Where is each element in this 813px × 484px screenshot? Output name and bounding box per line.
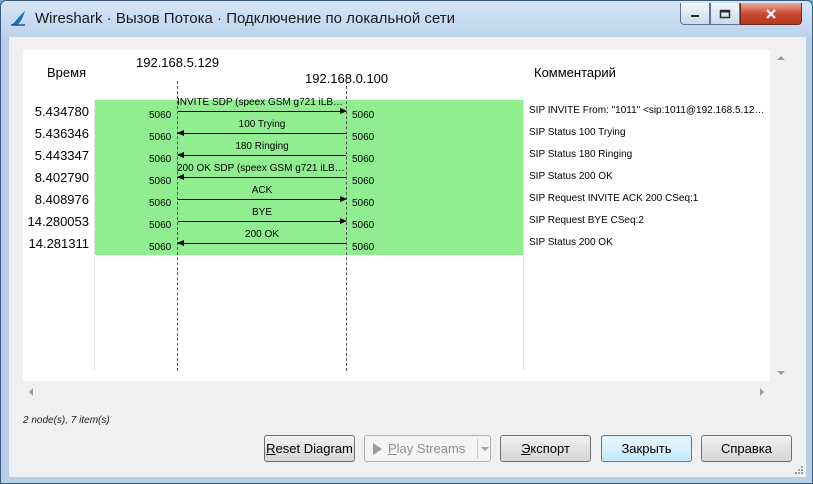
row-time: 14.281311 bbox=[28, 236, 90, 251]
arrow-left-icon bbox=[177, 130, 184, 136]
destination-port: 5060 bbox=[352, 198, 375, 209]
destination-port: 5060 bbox=[352, 176, 375, 187]
resize-grip-icon[interactable] bbox=[793, 464, 803, 474]
row-time: 14.280053 bbox=[27, 214, 89, 229]
message-arrow bbox=[177, 174, 346, 180]
source-port: 5060 bbox=[149, 154, 172, 165]
row-comment: SIP Status 180 Ringing bbox=[529, 149, 633, 160]
flow-diagram[interactable]: Время 192.168.5.129 192.168.0.100 Коммен… bbox=[23, 50, 770, 381]
close-icon bbox=[766, 8, 776, 19]
row-comment: SIP Status 100 Trying bbox=[529, 127, 626, 138]
horizontal-scrollbar[interactable] bbox=[23, 384, 770, 401]
source-port: 5060 bbox=[149, 242, 172, 253]
row-comment: SIP Status 200 OK bbox=[529, 171, 613, 182]
message-arrow bbox=[177, 130, 346, 136]
row-comment: SIP INVITE From: "1011" <sip:1011@192.16… bbox=[529, 105, 767, 116]
status-label: 2 node(s), 7 item(s) bbox=[23, 415, 110, 426]
split-separator bbox=[477, 439, 478, 458]
row-time: 8.402790 bbox=[34, 170, 89, 185]
destination-port: 5060 bbox=[352, 110, 375, 121]
time-column-header: Время bbox=[47, 65, 87, 80]
reset-label: eset Diagram bbox=[275, 441, 353, 456]
message-label: 180 Ringing bbox=[235, 141, 289, 152]
message-label: INVITE SDP (speex GSM g721 iLBC ... bbox=[177, 97, 347, 108]
source-port: 5060 bbox=[149, 110, 172, 121]
arrow-left-icon bbox=[177, 152, 184, 158]
row-time: 8.408976 bbox=[34, 192, 89, 207]
close-button[interactable]: Закрыть bbox=[601, 435, 692, 462]
scroll-left-arrow-icon[interactable] bbox=[29, 388, 33, 396]
arrow-left-icon bbox=[177, 240, 184, 246]
export-mnemonic: Э bbox=[521, 441, 531, 456]
play-mnemonic: P bbox=[388, 441, 397, 456]
destination-port: 5060 bbox=[352, 154, 375, 165]
flow-row[interactable]: 8.408976 5060 5060 ACK SIP Request INVITE AC… bbox=[23, 185, 770, 210]
arrow-right-icon bbox=[340, 218, 347, 224]
node-a-address: 192.168.5.129 bbox=[136, 55, 220, 70]
comment-column-header: Комментарий bbox=[534, 65, 616, 80]
message-label: 200 OK SDP (speex GSM g721 iLBC ... bbox=[177, 163, 347, 174]
play-label: lay Streams bbox=[396, 441, 466, 456]
message-label: 100 Trying bbox=[238, 119, 286, 130]
flow-row[interactable]: 5.434780 5060 5060 INVITE SDP (speex GSM g7… bbox=[23, 97, 770, 122]
chevron-down-icon[interactable] bbox=[481, 447, 489, 451]
row-comment: SIP Status 200 OK bbox=[529, 237, 613, 248]
vertical-scrollbar[interactable] bbox=[773, 50, 790, 381]
row-comment: SIP Request BYE CSeq:2 bbox=[529, 215, 644, 226]
flow-row[interactable]: 8.402790 5060 5060 200 OK SDP (speex GSM g7… bbox=[23, 163, 770, 188]
message-label: 200 OK bbox=[245, 229, 279, 240]
scroll-up-arrow-icon[interactable] bbox=[777, 56, 785, 60]
source-port: 5060 bbox=[149, 198, 172, 209]
message-arrow bbox=[177, 240, 346, 246]
message-arrow bbox=[178, 196, 347, 202]
reset-mnemonic: R bbox=[266, 441, 276, 456]
scroll-right-arrow-icon[interactable] bbox=[760, 388, 764, 396]
wireshark-fin-icon bbox=[11, 11, 25, 26]
message-arrow bbox=[177, 152, 346, 158]
play-streams-button[interactable]: Play Streams bbox=[364, 435, 491, 462]
minimize-button[interactable] bbox=[680, 3, 710, 25]
row-comment: SIP Request INVITE ACK 200 CSeq:1 bbox=[529, 193, 699, 204]
title-bar[interactable]: Wireshark · Вызов Потока · Подключение п… bbox=[1, 1, 812, 37]
source-port: 5060 bbox=[149, 220, 172, 231]
message-arrow bbox=[178, 108, 347, 114]
flow-row[interactable]: 5.436346 5060 5060 100 Trying SIP Status 100… bbox=[23, 119, 770, 144]
minimize-icon bbox=[691, 14, 699, 17]
destination-port: 5060 bbox=[352, 220, 375, 231]
flow-row[interactable]: 14.280053 5060 5060 BYE SIP Request BYE CSeq… bbox=[23, 207, 770, 232]
row-time: 5.436346 bbox=[34, 126, 89, 141]
reset-diagram-button[interactable]: Reset Diagram bbox=[264, 435, 355, 462]
flow-row[interactable]: 5.443347 5060 5060 180 Ringing SIP Status 18… bbox=[23, 141, 770, 166]
row-time: 5.443347 bbox=[34, 148, 89, 163]
source-port: 5060 bbox=[149, 176, 172, 187]
export-label: кспорт bbox=[530, 441, 570, 456]
arrow-right-icon bbox=[340, 108, 347, 114]
destination-port: 5060 bbox=[352, 242, 375, 253]
help-button[interactable]: Справка bbox=[701, 435, 792, 462]
arrow-left-icon bbox=[177, 174, 184, 180]
close-window-button[interactable] bbox=[740, 3, 802, 25]
dialog-client-area: Время 192.168.5.129 192.168.0.100 Коммен… bbox=[9, 37, 806, 477]
message-label: BYE bbox=[251, 207, 272, 218]
maximize-button[interactable] bbox=[710, 3, 740, 25]
source-port: 5060 bbox=[149, 132, 172, 143]
message-arrow bbox=[178, 218, 347, 224]
destination-port: 5060 bbox=[352, 132, 375, 143]
export-button[interactable]: Экспорт bbox=[500, 435, 591, 462]
play-icon bbox=[373, 442, 382, 455]
flow-row[interactable]: 14.281311 5060 5060 200 OK SIP Status 200 OK bbox=[23, 229, 770, 254]
row-time: 5.434780 bbox=[34, 104, 89, 119]
scroll-down-arrow-icon[interactable] bbox=[777, 371, 785, 375]
message-label: ACK bbox=[251, 185, 273, 196]
flow-graph-window: Wireshark · Вызов Потока · Подключение п… bbox=[0, 0, 813, 484]
window-title: Wireshark · Вызов Потока · Подключение п… bbox=[35, 10, 455, 27]
maximize-icon bbox=[719, 9, 731, 18]
arrow-right-icon bbox=[340, 196, 347, 202]
